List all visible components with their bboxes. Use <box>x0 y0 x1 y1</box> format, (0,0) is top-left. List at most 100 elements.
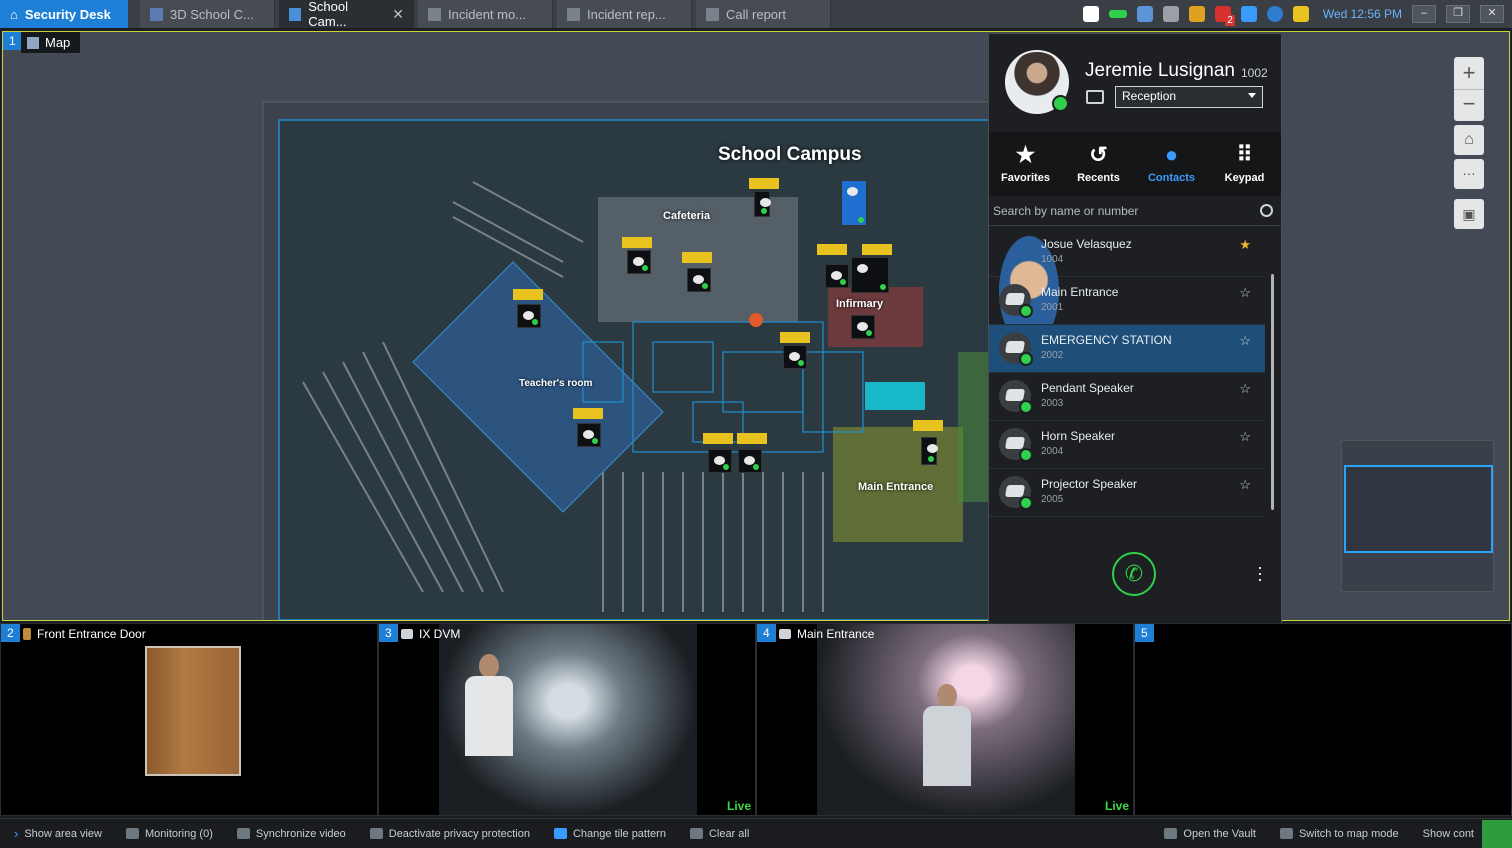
show-controls-button[interactable]: Show cont <box>1423 828 1474 840</box>
phone-device-icon <box>1004 341 1026 353</box>
switch-map-mode-button[interactable]: Switch to map mode <box>1279 828 1399 840</box>
status-dot <box>1019 400 1033 414</box>
tab-incident-report[interactable]: Incident rep... <box>557 0 692 28</box>
infirmary-speaker-device[interactable] <box>851 315 875 339</box>
emergency-station-device[interactable] <box>841 180 867 226</box>
minimize-button[interactable]: – <box>1412 5 1436 23</box>
button-label: Show area view <box>24 827 102 840</box>
home-view-button[interactable]: ⌂ <box>1454 125 1484 155</box>
contact-search-input[interactable]: Search by name or number <box>989 198 1281 226</box>
alarm-marker[interactable] <box>749 313 763 327</box>
close-window-button[interactable]: ✕ <box>1480 5 1504 23</box>
tab-keypad[interactable]: ⠿ Keypad <box>1208 132 1281 196</box>
tab-call-report[interactable]: Call report <box>696 0 831 28</box>
tab-security-desk[interactable]: ⌂ Security Desk <box>0 0 128 28</box>
monitor-icon[interactable] <box>1136 6 1153 22</box>
contact-row-selected[interactable]: EMERGENCY STATION 2002 ☆ <box>989 325 1265 373</box>
sound-projector-device[interactable] <box>738 449 762 473</box>
pendant-speaker-device[interactable] <box>517 304 541 328</box>
area-label-cafeteria[interactable]: Cafeteria <box>663 210 710 222</box>
bottom-toolbar-right: Open the Vault Switch to map mode Show c… <box>1150 819 1512 848</box>
area-label-main-entrance[interactable]: Main Entrance <box>858 481 933 493</box>
favorite-star-icon[interactable]: ☆ <box>1239 477 1251 493</box>
tab-incident-monitoring[interactable]: Incident mo... <box>418 0 553 28</box>
notification-icon[interactable]: 2 <box>1214 6 1235 26</box>
clear-all-button[interactable]: Clear all <box>689 828 749 840</box>
horn-speaker-device[interactable] <box>708 449 732 473</box>
alarm-icon[interactable] <box>1188 6 1205 22</box>
video-tile-ix-dvm[interactable]: 3 IX DVM Live <box>378 623 756 816</box>
tab-recents[interactable]: ↺ Recents <box>1062 132 1135 196</box>
video-tile-front-entrance-door[interactable]: 2 Front Entrance Door <box>0 623 378 816</box>
favorite-star-icon[interactable]: ★ <box>1239 237 1251 253</box>
ip-phone-device[interactable] <box>783 345 807 369</box>
zoom-out-button[interactable]: − <box>1454 89 1484 122</box>
contact-row[interactable]: Main Entrance 2001 ☆ <box>989 277 1265 325</box>
contact-row[interactable]: Horn Speaker 2004 ☆ <box>989 421 1265 469</box>
device-select[interactable]: Reception <box>1115 86 1263 108</box>
projector-speaker-device[interactable] <box>851 257 889 293</box>
campus-map[interactable] <box>3 32 1509 620</box>
favorite-star-icon[interactable]: ☆ <box>1239 285 1251 301</box>
video-tile-empty[interactable]: 5 <box>1134 623 1512 816</box>
pendant-speaker-device[interactable] <box>627 250 651 274</box>
device-icon <box>1086 90 1104 104</box>
restore-button[interactable]: ❐ <box>1446 5 1470 23</box>
area-label-teachers-room[interactable]: Teacher's room <box>519 378 592 389</box>
contact-name: Main Entrance <box>1041 285 1119 299</box>
favorite-star-icon[interactable]: ☆ <box>1239 429 1251 445</box>
favorite-star-icon[interactable]: ☆ <box>1239 381 1251 397</box>
pendant-speaker-device[interactable] <box>687 268 711 292</box>
secure-entry-device[interactable] <box>754 191 771 217</box>
ellipsis-icon: … <box>1462 162 1476 178</box>
tab-favorites[interactable]: ★ Favorites <box>989 132 1062 196</box>
open-vault-button[interactable]: Open the Vault <box>1164 828 1256 840</box>
more-options-button[interactable]: … <box>1454 159 1484 189</box>
dashboard-toggle-button[interactable] <box>1482 819 1512 848</box>
map-icon <box>150 7 163 21</box>
area-label-infirmary[interactable]: Infirmary <box>836 298 883 310</box>
button-label: Synchronize video <box>255 827 346 840</box>
minimap[interactable] <box>1341 440 1494 592</box>
close-icon[interactable]: ✕ <box>392 6 404 23</box>
genetec-icon[interactable] <box>1082 6 1099 22</box>
contact-list-scrollbar[interactable] <box>1269 234 1275 524</box>
phone-tray-icon[interactable] <box>1108 10 1127 18</box>
pendant-speaker-device[interactable] <box>577 423 601 447</box>
deactivate-privacy-button[interactable]: Deactivate privacy protection <box>369 828 530 840</box>
user-icon[interactable] <box>1162 6 1179 22</box>
layers-button[interactable]: ▣ <box>1454 199 1484 229</box>
device-tag <box>749 178 779 189</box>
infirmary-zone[interactable] <box>828 287 923 347</box>
tab-school-campus[interactable]: School Cam... ✕ <box>279 0 414 29</box>
contact-name: Horn Speaker <box>1041 429 1116 443</box>
report-icon <box>706 7 719 21</box>
status-dot <box>1019 304 1033 318</box>
show-area-view-button[interactable]: › Show area view <box>14 826 102 841</box>
synchronize-video-button[interactable]: Synchronize video <box>236 827 346 840</box>
contact-row[interactable]: Projector Speaker 2005 ☆ <box>989 469 1265 517</box>
softphone-header: Jeremie Lusignan 1002 Reception <box>989 34 1281 132</box>
monitoring-button[interactable]: Monitoring (0) <box>126 828 213 840</box>
avatar <box>1005 50 1069 114</box>
contact-row[interactable]: Pendant Speaker 2003 ☆ <box>989 373 1265 421</box>
elevator-1-label[interactable] <box>865 382 925 410</box>
favorite-star-icon[interactable]: ☆ <box>1239 333 1251 349</box>
video-tile-main-entrance[interactable]: 4 Main Entrance Live <box>756 623 1134 816</box>
map-tile[interactable]: 1 Map School Campus Cafeteria Infirmary … <box>2 31 1510 621</box>
tab-3d-school[interactable]: 3D School C... <box>140 0 275 28</box>
tab-contacts[interactable]: ● Contacts <box>1135 132 1208 196</box>
volume-icon[interactable] <box>1240 6 1257 22</box>
horn-speaker-device[interactable] <box>825 264 849 288</box>
call-button[interactable]: ✆ <box>1112 552 1156 596</box>
more-vertical-icon[interactable]: · · · <box>1257 558 1263 588</box>
main-entrance-intercom-device[interactable] <box>921 437 938 465</box>
minimap-viewport[interactable] <box>1344 465 1493 553</box>
search-icon[interactable] <box>1260 204 1273 217</box>
zoom-in-button[interactable]: + <box>1454 57 1484 89</box>
globe-icon[interactable] <box>1266 6 1283 22</box>
scrollbar-thumb[interactable] <box>1271 274 1274 510</box>
contact-row[interactable]: Josue Velasquez 1004 ★ <box>989 229 1265 348</box>
warning-icon[interactable] <box>1292 6 1309 22</box>
change-tile-pattern-button[interactable]: Change tile pattern <box>553 828 666 840</box>
